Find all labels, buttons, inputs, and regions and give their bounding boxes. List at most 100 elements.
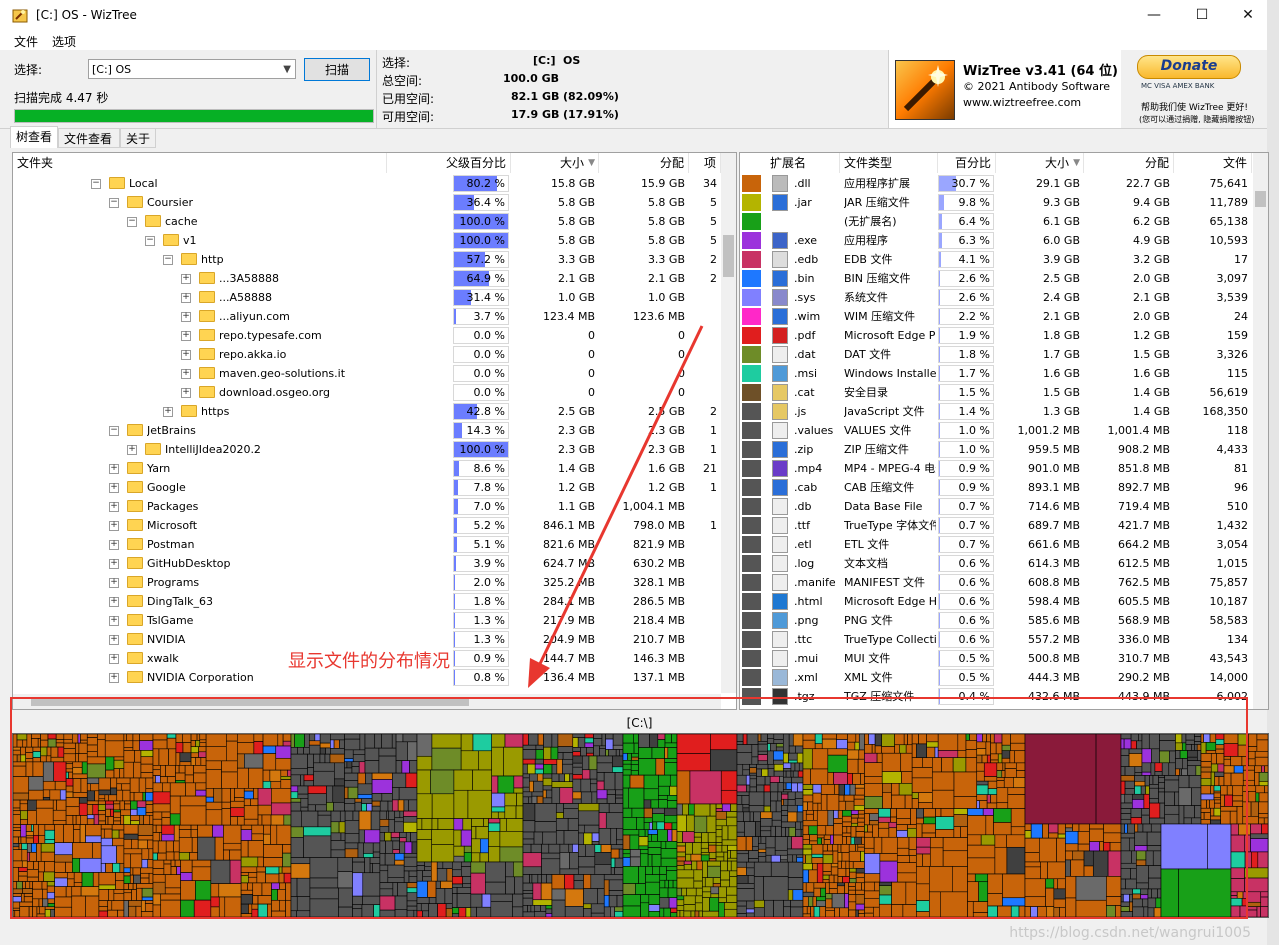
ext-row[interactable]: .js JavaScript 文件 1.4 % 1.3 GB 1.4 GB 168,350 xyxy=(740,402,1252,421)
expand-toggle-icon[interactable]: + xyxy=(109,559,119,569)
expand-toggle-icon[interactable]: − xyxy=(91,179,101,189)
tree-row[interactable]: − Local 80.2 % 15.8 GB 15.9 GB 34 xyxy=(13,174,721,193)
ext-row[interactable]: .etl ETL 文件 0.7 % 661.6 MB 664.2 MB 3,054 xyxy=(740,535,1252,554)
ext-row[interactable]: .msi Windows Installer 1.7 % 1.6 GB 1.6 GB 11… xyxy=(740,364,1252,383)
ext-vertical-scrollbar[interactable] xyxy=(1253,153,1268,709)
ext-row[interactable]: .dat DAT 文件 1.8 % 1.7 GB 1.5 GB 3,326 xyxy=(740,345,1252,364)
col-header-parent-pct[interactable]: 父级百分比 xyxy=(387,153,511,173)
col-header-ext-size[interactable]: 大小 ▼ xyxy=(996,153,1084,173)
tree-row[interactable]: − v1 100.0 % 5.8 GB 5.8 GB 5 xyxy=(13,231,721,250)
ext-row-ext: .cat xyxy=(794,386,815,399)
expand-toggle-icon[interactable]: + xyxy=(181,312,191,322)
expand-toggle-icon[interactable]: + xyxy=(109,616,119,626)
ext-row[interactable]: .html Microsoft Edge HTM 0.6 % 598.4 MB 605.… xyxy=(740,592,1252,611)
expand-toggle-icon[interactable]: − xyxy=(163,255,173,265)
tree-row[interactable]: − http 57.2 % 3.3 GB 3.3 GB 2 xyxy=(13,250,721,269)
col-header-ext[interactable]: 扩展名 xyxy=(766,153,840,173)
ext-row[interactable]: .edb EDB 文件 4.1 % 3.9 GB 3.2 GB 17 xyxy=(740,250,1252,269)
ext-row-alloc: 908.2 MB xyxy=(1117,443,1170,456)
app-url[interactable]: www.wiztreefree.com xyxy=(963,96,1081,109)
expand-toggle-icon[interactable]: + xyxy=(163,407,173,417)
ext-row[interactable]: .jar JAR 压缩文件 9.8 % 9.3 GB 9.4 GB 11,789 xyxy=(740,193,1252,212)
col-header-items[interactable]: 项 xyxy=(689,153,721,173)
expand-toggle-icon[interactable]: + xyxy=(181,293,191,303)
tab-tree-view[interactable]: 树查看 xyxy=(10,126,58,148)
ext-row[interactable]: .wim WIM 压缩文件 2.2 % 2.1 GB 2.0 GB 24 xyxy=(740,307,1252,326)
expand-toggle-icon[interactable]: − xyxy=(145,236,155,246)
tree-vertical-scrollbar[interactable] xyxy=(721,153,736,693)
ext-row[interactable]: .ttc TrueType Collectio 0.6 % 557.2 MB 336.0… xyxy=(740,630,1252,649)
expand-toggle-icon[interactable]: + xyxy=(109,597,119,607)
expand-toggle-icon[interactable]: − xyxy=(127,217,137,227)
tree-row-alloc: 5.8 GB xyxy=(647,196,685,209)
col-header-ext-alloc[interactable]: 分配 xyxy=(1084,153,1174,173)
tree-row[interactable]: − cache 100.0 % 5.8 GB 5.8 GB 5 xyxy=(13,212,721,231)
expand-toggle-icon[interactable]: + xyxy=(181,274,191,284)
col-header-percent[interactable]: 百分比 xyxy=(938,153,996,173)
ext-row[interactable]: .exe 应用程序 6.3 % 6.0 GB 4.9 GB 10,593 xyxy=(740,231,1252,250)
expand-toggle-icon[interactable]: + xyxy=(127,445,137,455)
expand-toggle-icon[interactable]: + xyxy=(109,635,119,645)
expand-toggle-icon[interactable]: + xyxy=(109,483,119,493)
ext-row[interactable]: .png PNG 文件 0.6 % 585.6 MB 568.9 MB 58,583 xyxy=(740,611,1252,630)
ext-row[interactable]: .cat 安全目录 1.5 % 1.5 GB 1.4 GB 56,619 xyxy=(740,383,1252,402)
col-header-files[interactable]: 文件 xyxy=(1174,153,1252,173)
ext-row[interactable]: .mui MUI 文件 0.5 % 500.8 MB 310.7 MB 43,543 xyxy=(740,649,1252,668)
ext-row-size: 1.3 GB xyxy=(1042,405,1080,418)
col-header-size[interactable]: 大小 ▼ xyxy=(511,153,599,173)
ext-row[interactable]: .zip ZIP 压缩文件 1.0 % 959.5 MB 908.2 MB 4,433 xyxy=(740,440,1252,459)
ext-scroll-thumb[interactable] xyxy=(1255,191,1266,207)
ext-row-pct: 6.4 % xyxy=(958,215,990,228)
ext-row-type: 应用程序扩展 xyxy=(844,177,910,190)
minimize-button[interactable]: — xyxy=(1131,0,1177,30)
col-header-folder[interactable]: 文件夹 xyxy=(13,153,387,173)
ext-row[interactable]: .bin BIN 压缩文件 2.6 % 2.5 GB 2.0 GB 3,097 xyxy=(740,269,1252,288)
ext-row[interactable]: .manife MANIFEST 文件 0.6 % 608.8 MB 762.5 MB 7… xyxy=(740,573,1252,592)
expand-toggle-icon[interactable]: + xyxy=(181,350,191,360)
ext-row-pct-bar: 9.8 % xyxy=(938,194,994,211)
expand-toggle-icon[interactable]: + xyxy=(181,369,191,379)
ext-row[interactable]: .sys 系统文件 2.6 % 2.4 GB 2.1 GB 3,539 xyxy=(740,288,1252,307)
menu-options[interactable]: 选项 xyxy=(52,33,76,50)
ext-row[interactable]: .db Data Base File 0.7 % 714.6 MB 719.4 MB 51… xyxy=(740,497,1252,516)
ext-row[interactable]: .xml XML 文件 0.5 % 444.3 MB 290.2 MB 14,000 xyxy=(740,668,1252,687)
ext-row-ext: .cab xyxy=(794,481,818,494)
tree-row[interactable]: − Coursier 36.4 % 5.8 GB 5.8 GB 5 xyxy=(13,193,721,212)
tree-row[interactable]: + ...A58888 31.4 % 1.0 GB 1.0 GB xyxy=(13,288,721,307)
ext-row[interactable]: (无扩展名) 6.4 % 6.1 GB 6.2 GB 65,138 xyxy=(740,212,1252,231)
expand-toggle-icon[interactable]: + xyxy=(109,578,119,588)
tab-about[interactable]: 关于 xyxy=(120,128,156,148)
ext-row-files: 10,187 xyxy=(1209,595,1249,608)
ext-row[interactable]: .log 文本文档 0.6 % 614.3 MB 612.5 MB 1,015 xyxy=(740,554,1252,573)
ext-row[interactable]: .values VALUES 文件 1.0 % 1,001.2 MB 1,001.4 M… xyxy=(740,421,1252,440)
ext-row[interactable]: .ttf TrueType 字体文件 0.7 % 689.7 MB 421.7 MB 1,… xyxy=(740,516,1252,535)
expand-toggle-icon[interactable]: + xyxy=(109,521,119,531)
ext-row[interactable]: .cab CAB 压缩文件 0.9 % 893.1 MB 892.7 MB 96 xyxy=(740,478,1252,497)
expand-toggle-icon[interactable]: + xyxy=(109,673,119,683)
tab-file-view[interactable]: 文件查看 xyxy=(58,128,120,148)
tree-row[interactable]: + ...3A58888 64.9 % 2.1 GB 2.1 GB 2 xyxy=(13,269,721,288)
file-type-icon xyxy=(772,270,788,287)
ext-row[interactable]: .mp4 MP4 - MPEG-4 电影 0.9 % 901.0 MB 851.8 MB… xyxy=(740,459,1252,478)
maximize-button[interactable]: ☐ xyxy=(1179,0,1225,30)
ext-row[interactable]: .pdf Microsoft Edge PDF 1.9 % 1.8 GB 1.2 GB 1… xyxy=(740,326,1252,345)
expand-toggle-icon[interactable]: + xyxy=(109,540,119,550)
tree-scroll-thumb[interactable] xyxy=(723,235,734,277)
ext-row[interactable]: .dll 应用程序扩展 30.7 % 29.1 GB 22.7 GB 75,641 xyxy=(740,174,1252,193)
donate-button[interactable]: Donate xyxy=(1137,55,1241,79)
expand-toggle-icon[interactable]: + xyxy=(109,502,119,512)
col-header-filetype[interactable]: 文件类型 xyxy=(840,153,938,173)
close-button[interactable]: ✕ xyxy=(1225,0,1271,30)
drive-select[interactable]: [C:] OS ▼ xyxy=(88,59,296,79)
expand-toggle-icon[interactable]: + xyxy=(109,654,119,664)
col-header-alloc[interactable]: 分配 xyxy=(599,153,689,173)
ext-row-pct-fill xyxy=(939,233,943,248)
expand-toggle-icon[interactable]: + xyxy=(181,388,191,398)
folder-icon xyxy=(145,443,161,455)
expand-toggle-icon[interactable]: + xyxy=(109,464,119,474)
menu-file[interactable]: 文件 xyxy=(14,33,38,50)
expand-toggle-icon[interactable]: + xyxy=(181,331,191,341)
scan-button[interactable]: 扫描 xyxy=(304,58,370,81)
expand-toggle-icon[interactable]: − xyxy=(109,198,119,208)
expand-toggle-icon[interactable]: − xyxy=(109,426,119,436)
